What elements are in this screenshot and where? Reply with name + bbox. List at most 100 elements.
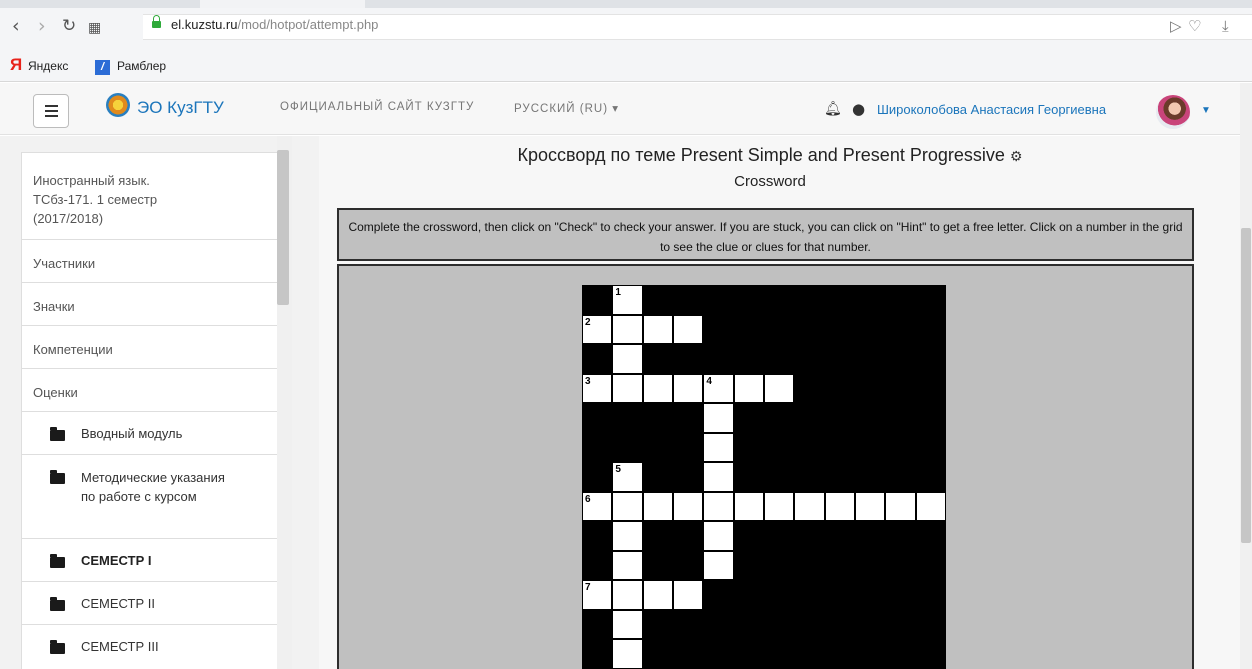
tabs-grid-icon[interactable]: ▦ [88, 18, 101, 38]
crossword-cell[interactable] [613, 522, 642, 550]
sidebar-item-label: СЕМЕСТР III [81, 639, 159, 654]
crossword-cell[interactable]: 3 [583, 374, 612, 403]
favorite-icon[interactable]: ♡ [1188, 17, 1201, 35]
crossword-cell[interactable]: 2 [583, 315, 612, 344]
bell-icon[interactable]: 🔔︎ [824, 101, 842, 117]
sidebar-folder-semester-3[interactable]: СЕМЕСТР III [21, 625, 280, 669]
sidebar-folder-guidelines[interactable]: Методические указания по работе с курсом [21, 455, 280, 539]
clue-number[interactable]: 2 [585, 317, 591, 328]
page-title-text: Кроссворд по теме Present Simple and Pre… [517, 145, 1005, 165]
crossword-cell[interactable] [613, 345, 642, 373]
clue-number[interactable]: 5 [615, 464, 621, 475]
bookmark-yandex[interactable]: Яндекс [28, 59, 68, 73]
crossword-cell[interactable] [704, 463, 733, 491]
crossword-cell[interactable] [704, 551, 733, 580]
site-name-link[interactable]: ЭО КузГТУ [137, 98, 224, 118]
sidebar-folder-semester-2[interactable]: СЕМЕСТР II [21, 582, 280, 625]
crossword-cell[interactable] [916, 492, 945, 521]
folder-icon [50, 597, 65, 611]
clue-number[interactable]: 3 [585, 376, 591, 387]
official-site-link[interactable]: ОФИЦИАЛЬНЫЙ САЙТ КУЗГТУ [280, 101, 474, 113]
sidebar-item-label: Вводный модуль [81, 426, 183, 441]
lock-icon [152, 15, 161, 28]
bookmark-rambler[interactable]: Рамблер [117, 59, 166, 73]
crossword-cell[interactable]: 4 [704, 374, 733, 403]
avatar[interactable] [1156, 95, 1190, 129]
crossword-cell[interactable] [613, 492, 642, 521]
forward-icon[interactable]: › [38, 16, 46, 36]
reload-icon[interactable]: ↻ [62, 16, 76, 36]
yandex-icon: Я [10, 55, 23, 74]
user-caret-icon[interactable]: ▼ [1201, 105, 1211, 116]
crossword-cell[interactable] [674, 315, 703, 344]
sidebar-folder-semester-1[interactable]: СЕМЕСТР I [21, 539, 280, 582]
caret-down-icon: ▾ [612, 103, 620, 115]
crossword-cell[interactable]: 5 [613, 463, 642, 491]
sidebar-item-label: СЕМЕСТР II [81, 596, 155, 611]
sidebar-item-badges[interactable]: Значки [21, 283, 280, 326]
folder-icon [50, 554, 65, 568]
crossword-cell[interactable] [613, 315, 642, 344]
crossword-cell[interactable]: 6 [583, 492, 612, 521]
language-label: РУССКИЙ (RU) [514, 103, 609, 115]
crossword-cell[interactable] [734, 492, 763, 521]
crossword-cell[interactable] [613, 610, 642, 639]
menu-toggle-button[interactable] [33, 94, 69, 128]
tab-strip [0, 0, 1252, 8]
crossword-cell[interactable] [765, 374, 794, 403]
back-icon[interactable]: ‹ [12, 16, 20, 36]
clue-number[interactable]: 7 [585, 582, 591, 593]
site-logo-icon[interactable] [106, 93, 130, 117]
crossword-cell[interactable]: 1 [613, 286, 642, 314]
page-title: Кроссворд по теме Present Simple and Pre… [320, 145, 1220, 166]
crossword-cell[interactable] [643, 492, 672, 521]
crossword-cell[interactable] [643, 581, 672, 609]
crossword-cell[interactable] [704, 492, 733, 521]
crossword-cell[interactable] [795, 492, 824, 521]
url-text[interactable]: el.kuzstu.ru/mod/hotpot/attempt.php [171, 17, 378, 32]
crossword-cell[interactable] [674, 492, 703, 521]
download-icon[interactable]: ⤓ [1222, 17, 1229, 35]
chat-icon[interactable]: ● [852, 100, 865, 118]
clue-number[interactable]: 1 [615, 287, 621, 298]
sidebar-folder-intro[interactable]: Вводный модуль [21, 412, 280, 455]
crossword-cell[interactable] [704, 404, 733, 432]
sidebar-scroll-thumb[interactable] [277, 150, 289, 305]
crossword-cell[interactable] [613, 581, 642, 609]
sidebar-item-participants[interactable]: Участники [21, 240, 280, 283]
gear-icon[interactable]: ⚙ [1010, 149, 1023, 165]
crossword-cell[interactable] [643, 315, 672, 344]
crossword-grid: 1 2 3 4 5 6 7 [582, 285, 946, 669]
crossword-cell[interactable] [643, 374, 672, 403]
sidebar-item-label: Компетенции [33, 342, 113, 357]
crossword-cell[interactable] [674, 374, 703, 403]
active-tab[interactable] [200, 0, 365, 8]
folder-icon [50, 427, 65, 441]
clue-number[interactable]: 6 [585, 494, 591, 505]
sidebar-item-course[interactable]: Иностранный язык. ТСбз-171. 1 семестр (2… [21, 152, 280, 240]
language-menu[interactable]: РУССКИЙ (RU) ▾ [514, 101, 619, 115]
window-scroll-thumb[interactable] [1241, 228, 1251, 543]
crossword-cell[interactable] [613, 640, 642, 668]
crossword-cell[interactable] [856, 492, 885, 521]
crossword-cell[interactable] [765, 492, 794, 521]
crossword-cell[interactable] [704, 433, 733, 462]
sidebar-item-label: Оценки [33, 385, 78, 400]
share-icon[interactable]: ▷ [1170, 17, 1182, 35]
sidebar-item-label: Значки [33, 299, 75, 314]
crossword-cell[interactable] [704, 522, 733, 550]
sidebar-item-grades[interactable]: Оценки [21, 369, 280, 412]
user-menu-link[interactable]: Широколобова Анастасия Георгиевна [877, 102, 1106, 117]
rambler-icon: / [95, 60, 110, 75]
crossword-cell[interactable] [613, 374, 642, 403]
clue-number[interactable]: 4 [706, 376, 712, 387]
crossword-cell[interactable] [613, 551, 642, 580]
bookmarks-bar [0, 52, 1252, 82]
crossword-cell[interactable] [886, 492, 915, 521]
sidebar-item-competencies[interactable]: Компетенции [21, 326, 280, 369]
sidebar-item-label: Участники [33, 256, 96, 271]
crossword-cell[interactable] [825, 492, 854, 521]
crossword-cell[interactable]: 7 [583, 581, 612, 609]
crossword-cell[interactable] [734, 374, 763, 403]
crossword-cell[interactable] [674, 581, 703, 609]
